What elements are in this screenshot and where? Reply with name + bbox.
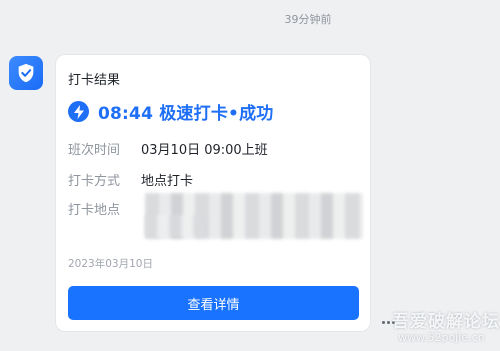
location-blurred-line2 bbox=[145, 215, 205, 237]
checkin-status-text: 08:44 极速打卡•成功 bbox=[98, 104, 274, 124]
checkin-method-value: 地点打卡 bbox=[141, 174, 194, 189]
checkin-location-row: 打卡地点 bbox=[68, 199, 141, 218]
checkin-method-label: 打卡方式 bbox=[68, 174, 121, 189]
shift-time-label: 班次时间 bbox=[68, 143, 121, 158]
checkin-location-label: 打卡地点 bbox=[68, 203, 121, 218]
shield-check-icon bbox=[18, 63, 34, 83]
avatar[interactable] bbox=[9, 56, 43, 90]
watermark-text: 吾爱破解论坛 bbox=[392, 312, 500, 332]
checkin-headline: 08:44 极速打卡•成功 bbox=[68, 99, 274, 124]
shift-time-row: 班次时间 03月10日 09:00上班 bbox=[68, 139, 268, 158]
watermark-url: www.52pojie.cn bbox=[398, 331, 485, 344]
card-title: 打卡结果 bbox=[68, 73, 121, 88]
view-details-button[interactable]: 查看详情 bbox=[68, 286, 359, 320]
checkin-method-row: 打卡方式 地点打卡 bbox=[68, 170, 193, 189]
checkin-result-card: 打卡结果 08:44 极速打卡•成功 班次时间 03月10日 09:00上班 打卡… bbox=[55, 54, 371, 332]
card-date: 2023年03月10日 bbox=[68, 258, 153, 270]
message-timestamp: 39分钟前 bbox=[284, 13, 332, 26]
lightning-bolt-icon bbox=[68, 101, 89, 122]
shift-time-value: 03月10日 09:00上班 bbox=[141, 143, 268, 158]
